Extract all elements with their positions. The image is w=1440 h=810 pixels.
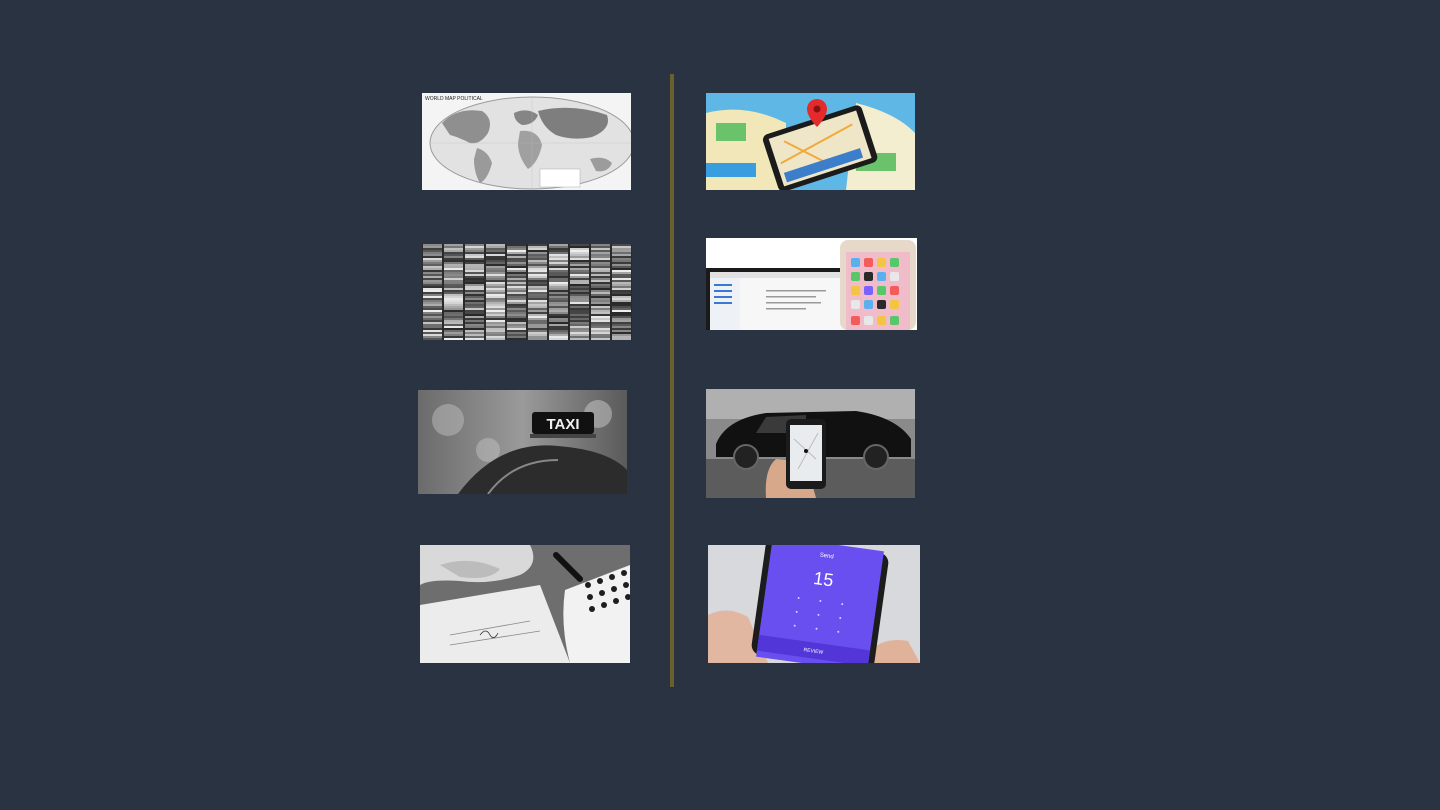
world-map-image: WORLD MAP POLITICAL xyxy=(422,93,631,190)
check-writing-image xyxy=(420,545,630,663)
laptop-and-phone-image xyxy=(706,238,917,330)
taxi-sign-image: TAXI xyxy=(418,390,627,494)
payment-amount-text: 15 xyxy=(812,568,835,591)
taxi-sign-text: TAXI xyxy=(546,416,579,433)
film-strips-image xyxy=(422,244,632,340)
phone-map-pin-image xyxy=(706,93,915,190)
payment-app-image: Send 15 REVIEW xyxy=(708,545,920,663)
ride-hailing-phone-image xyxy=(706,389,915,498)
column-divider xyxy=(670,74,674,687)
world-map-caption: WORLD MAP POLITICAL xyxy=(425,96,483,102)
